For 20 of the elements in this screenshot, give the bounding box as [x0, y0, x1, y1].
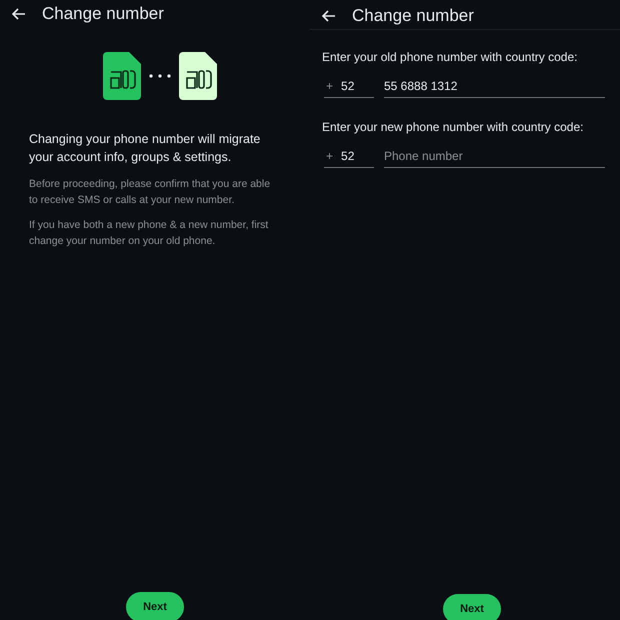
back-arrow-icon [12, 8, 26, 20]
sim-card-icon [103, 52, 141, 100]
back-button[interactable] [322, 10, 336, 22]
sim-card-icon [179, 52, 217, 100]
phone-number-field[interactable]: 55 6888 1312 [384, 79, 605, 98]
country-code-field[interactable]: + 52 [324, 79, 374, 98]
field-label: Enter your old phone number with country code: [322, 50, 578, 64]
note-text: Before proceeding, please confirm that you are able to receive SMS or calls at your new number. [29, 177, 272, 208]
note-text: If you have both a new phone & a new number, first change your number on your old phone. [29, 218, 270, 249]
country-code-field[interactable]: + 52 [324, 149, 374, 168]
screen-title: Change number [352, 6, 474, 26]
screen-title: Change number [42, 4, 164, 24]
field-label: Enter your new phone number with country code: [322, 120, 584, 134]
dots-icon [149, 74, 171, 78]
back-arrow-icon [322, 10, 336, 22]
next-button[interactable]: Next [126, 592, 184, 620]
next-button[interactable]: Next [443, 594, 501, 620]
headline: Changing your phone number will migrate your account info, groups & settings. [29, 131, 262, 166]
back-button[interactable] [12, 8, 26, 20]
phone-number-field[interactable]: Phone number [384, 149, 605, 168]
